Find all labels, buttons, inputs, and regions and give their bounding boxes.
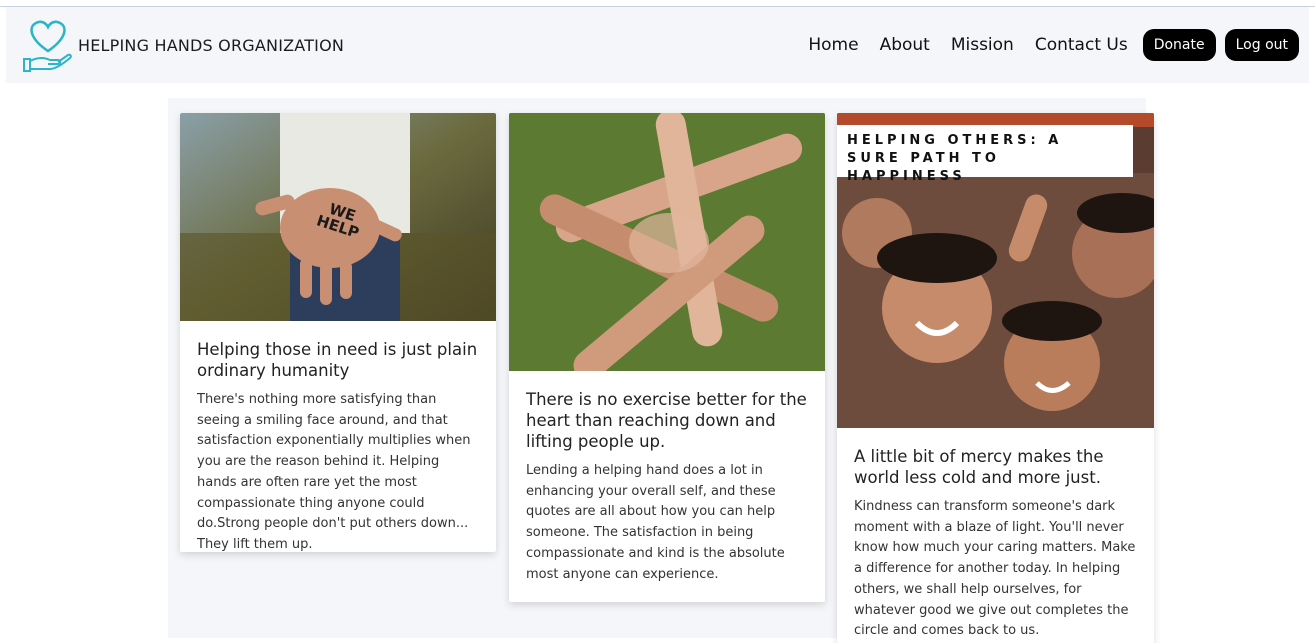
main-nav: Home About Mission Contact Us Donate Log… bbox=[808, 29, 1299, 61]
image-caption-box: HELPING OTHERS: A SURE PATH TO HAPPINESS bbox=[837, 125, 1133, 184]
donate-button[interactable]: Donate bbox=[1142, 29, 1216, 61]
card-image-we-help: WE HELP bbox=[180, 113, 496, 321]
brand-name: HELPING HANDS ORGANIZATION bbox=[78, 35, 345, 55]
nav-home[interactable]: Home bbox=[808, 35, 858, 55]
card-image-linked-hands bbox=[509, 113, 825, 371]
nav-about[interactable]: About bbox=[880, 35, 930, 55]
nav-mission[interactable]: Mission bbox=[951, 35, 1014, 55]
card-text: There's nothing more satisfying than see… bbox=[197, 392, 471, 552]
image-caption: HELPING OTHERS: A SURE PATH TO HAPPINESS bbox=[847, 133, 1063, 184]
card-image-happy-kids: HELPING OTHERS: A SURE PATH TO HAPPINESS bbox=[837, 113, 1154, 428]
heart-hand-logo-icon bbox=[23, 20, 72, 72]
card-title: Helping those in need is just plain ordi… bbox=[197, 340, 478, 380]
navbar: HELPING HANDS ORGANIZATION Home About Mi… bbox=[6, 7, 1309, 83]
logout-button[interactable]: Log out bbox=[1224, 29, 1299, 61]
card-exercise: There is no exercise better for the hear… bbox=[509, 113, 825, 602]
brand[interactable]: HELPING HANDS ORGANIZATION bbox=[20, 15, 344, 75]
card-title: There is no exercise better for the hear… bbox=[526, 390, 807, 451]
card-title: A little bit of mercy makes the world le… bbox=[854, 447, 1104, 487]
card-mercy: HELPING OTHERS: A SURE PATH TO HAPPINESS… bbox=[837, 113, 1154, 643]
card-humanity: WE HELP Helping those in need is just pl… bbox=[180, 113, 496, 552]
linked-hands-photo bbox=[509, 113, 825, 371]
card-text: Kindness can transform someone's dark mo… bbox=[854, 499, 1136, 639]
card-text: Lending a helping hand does a lot in enh… bbox=[526, 463, 785, 582]
nav-contact-us[interactable]: Contact Us bbox=[1035, 35, 1128, 55]
